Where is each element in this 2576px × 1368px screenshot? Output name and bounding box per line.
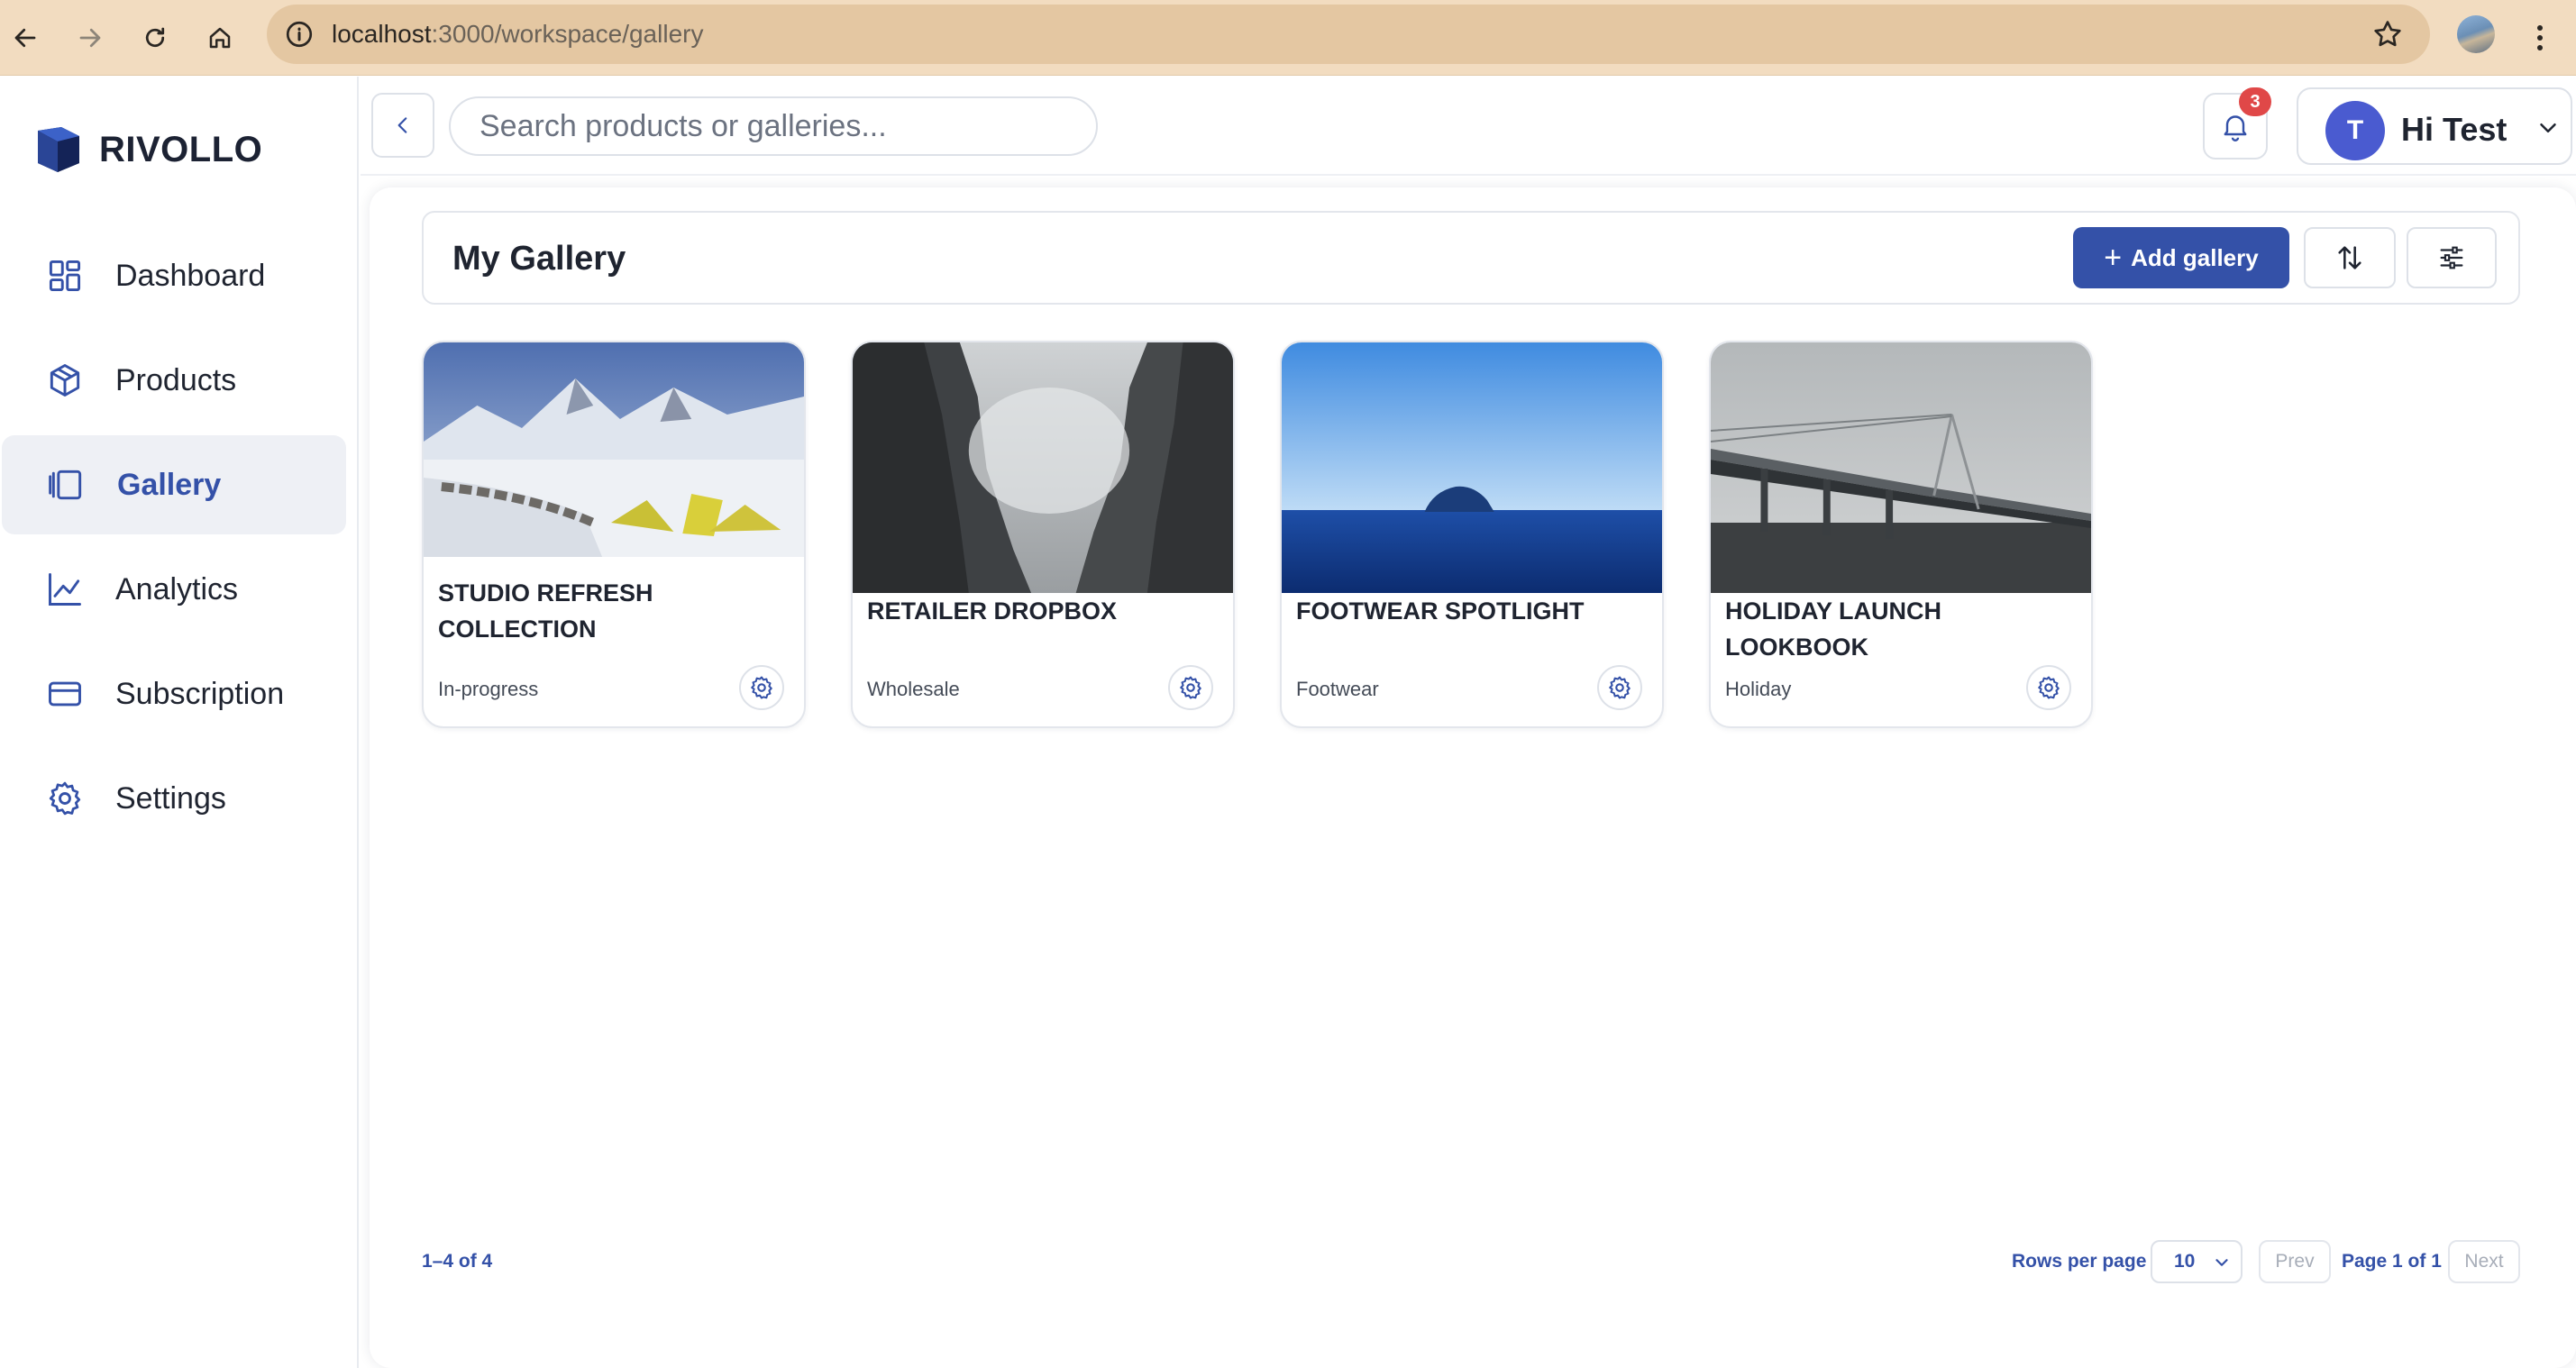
app-header: 3 T Hi Test [361,77,2576,176]
sidebar-item-label: Products [115,362,237,397]
gallery-thumbnail-image [424,342,804,557]
gallery-icon [49,470,82,500]
sidebar-item-subscription[interactable]: Subscription [0,644,344,743]
main-content: My Gallery + Add gallery STUDIO REFRESH … [370,187,2576,1368]
browser-toolbar: localhost:3000/workspace/gallery [0,0,2576,76]
sidebar-item-label: Settings [115,780,226,816]
gear-icon [1609,676,1631,699]
bookmark-star-icon[interactable] [2370,17,2405,51]
gallery-card-tag: Footwear [1296,678,1379,700]
gear-icon [49,781,81,816]
search-input[interactable] [449,96,1098,156]
chevron-down-icon [2540,123,2556,132]
gear-icon [2038,676,2060,699]
credit-card-icon [49,681,81,707]
gallery-card-title: HOLIDAY LAUNCH LOOKBOOK [1725,597,1942,661]
sort-arrows-icon [2338,246,2361,269]
dashboard-icon [49,260,81,292]
gallery-card[interactable]: STUDIO REFRESH COLLECTION In-progress [422,341,806,728]
rows-per-page-select[interactable]: 10 [2151,1240,2243,1283]
card-settings-button[interactable] [739,665,784,710]
browser-profile-avatar[interactable] [2457,15,2495,53]
sidebar-item-analytics[interactable]: Analytics [0,540,344,639]
gallery-card-title: STUDIO REFRESH COLLECTION [438,579,653,643]
sidebar-item-label: Dashboard [115,258,266,293]
avatar: T [2325,101,2385,160]
back-icon[interactable] [4,16,47,59]
sidebar-item-label: Analytics [115,571,239,606]
url-host: localhost [332,20,432,48]
sidebar-item-settings[interactable]: Settings [0,749,344,848]
gallery-card-title: RETAILER DROPBOX [867,597,1118,625]
chevron-left-icon [397,117,407,133]
sidebar-item-products[interactable]: Products [0,331,344,430]
user-greeting: Hi Test [2401,111,2507,148]
gallery-thumbnail-image [853,342,1233,593]
url-path: :3000/workspace/gallery [431,20,704,48]
chevron-down-icon [2215,1259,2228,1266]
collapse-sidebar-button[interactable] [371,93,434,158]
sidebar: RIVOLLO Dashboard Products Gallery Analy… [0,77,359,1368]
notification-count-badge: 3 [2239,87,2271,116]
gallery-card-tag: Holiday [1725,678,1792,700]
gallery-card-title: FOOTWEAR SPOTLIGHT [1296,597,1585,625]
chart-line-icon [49,573,81,606]
brand-name: RIVOLLO [99,129,263,169]
gallery-thumbnail-image [1282,342,1662,593]
box-icon [50,364,80,397]
gear-icon [1180,676,1201,699]
sort-button[interactable] [2304,227,2396,288]
page-indicator: Page 1 of 1 [2342,1251,2442,1272]
sliders-icon [2440,246,2463,269]
sidebar-item-label: Subscription [115,676,285,711]
gallery-card-tag: Wholesale [867,678,960,700]
gallery-card-tag: In-progress [438,678,539,700]
gallery-card[interactable]: FOOTWEAR SPOTLIGHT Footwear [1280,341,1664,728]
reload-icon[interactable] [133,16,177,59]
filter-button[interactable] [2407,227,2497,288]
gallery-card[interactable]: HOLIDAY LAUNCH LOOKBOOK Holiday [1709,341,2093,728]
rows-per-page-label: Rows per page [2012,1251,2147,1272]
plus-icon: + [2104,241,2123,275]
brand-logo-icon [38,127,79,172]
forward-icon[interactable] [69,16,112,59]
card-settings-button[interactable] [1597,665,1642,710]
sidebar-item-label: Gallery [117,467,222,502]
prev-page-button[interactable]: Prev [2259,1240,2331,1283]
sidebar-item-dashboard[interactable]: Dashboard [0,226,344,325]
gallery-card[interactable]: RETAILER DROPBOX Wholesale [851,341,1235,728]
address-bar[interactable]: localhost:3000/workspace/gallery [267,5,2430,64]
browser-menu-icon[interactable] [2529,16,2551,59]
page-title: My Gallery [452,240,626,278]
card-settings-button[interactable] [1168,665,1213,710]
rows-per-page-value: 10 [2174,1251,2196,1272]
brand[interactable]: RIVOLLO [32,123,262,176]
site-info-icon[interactable] [283,18,315,50]
next-page-button[interactable]: Next [2448,1240,2520,1283]
gallery-toolbar: My Gallery + Add gallery [422,211,2520,305]
add-gallery-button[interactable]: + Add gallery [2073,227,2289,288]
user-menu-button[interactable]: T Hi Test [2297,87,2572,165]
add-gallery-label: Add gallery [2131,243,2259,271]
sidebar-item-gallery[interactable]: Gallery [2,435,346,534]
url-text: localhost:3000/workspace/gallery [332,20,703,49]
gear-icon [751,676,772,699]
result-range: 1–4 of 4 [422,1251,493,1272]
card-settings-button[interactable] [2026,665,2071,710]
home-icon[interactable] [198,16,242,59]
gallery-thumbnail-image [1711,342,2091,593]
